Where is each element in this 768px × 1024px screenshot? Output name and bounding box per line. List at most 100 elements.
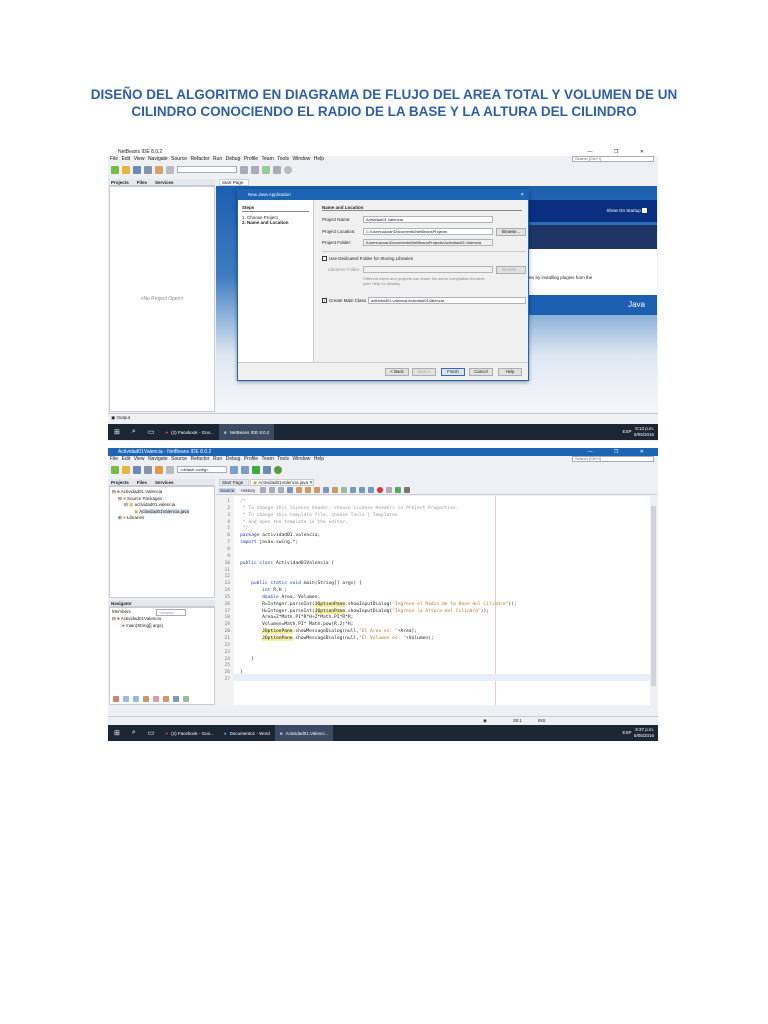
menu-debug[interactable]: Debug	[226, 156, 241, 162]
menu-view[interactable]: View	[134, 456, 145, 462]
project-name-input[interactable]: Actividad01.Valencia	[363, 216, 493, 223]
task-view-icon[interactable]: ▭	[148, 428, 155, 436]
find-prev-icon[interactable]	[296, 487, 303, 493]
create-main-class-checkbox[interactable]: ✓	[322, 298, 327, 304]
windows-start-icon[interactable]: ⊞	[114, 729, 120, 737]
search-icon[interactable]: ⌕	[132, 729, 136, 737]
clock-time[interactable]: 9:37 p.m.	[635, 727, 654, 732]
menu-team[interactable]: Team	[262, 456, 274, 462]
redo-icon[interactable]	[166, 165, 174, 174]
search-icon[interactable]: ⌕	[132, 428, 136, 436]
cancel-button[interactable]: Cancel	[469, 368, 493, 376]
search-input[interactable]: Search (Ctrl+I)	[572, 456, 654, 462]
find-selection-icon[interactable]	[314, 487, 321, 493]
dedicated-folder-option[interactable]: Use Dedicated Folder for Storing Librari…	[322, 256, 413, 262]
menu-source[interactable]: Source	[171, 456, 187, 462]
help-button[interactable]: Help	[498, 368, 522, 376]
menu-tools[interactable]: Tools	[277, 156, 289, 162]
menu-edit[interactable]: Edit	[122, 156, 131, 162]
menu-tools[interactable]: Tools	[277, 456, 289, 462]
menu-profile[interactable]: Profile	[244, 456, 258, 462]
next-bookmark-icon[interactable]	[341, 487, 348, 493]
main-class-input[interactable]: actividad01.valencia.Actividad01Valencia	[368, 297, 526, 304]
filter-icon[interactable]	[153, 696, 159, 702]
run-icon[interactable]	[262, 165, 270, 174]
taskbar-app-chrome[interactable]: ● (2) Facebook - Goo...	[160, 424, 219, 440]
editor-scrollbar[interactable]	[650, 496, 657, 705]
debug-icon[interactable]	[263, 465, 271, 474]
menu-window[interactable]: Window	[292, 156, 310, 162]
last-edit-icon[interactable]	[260, 487, 267, 493]
show-on-startup-checkbox[interactable]: ✓	[642, 208, 647, 214]
windows-start-icon[interactable]: ⊞	[114, 428, 120, 436]
browse-location-button[interactable]: Browse...	[496, 228, 526, 236]
menu-profile[interactable]: Profile	[244, 156, 258, 162]
undo-icon[interactable]	[155, 465, 163, 474]
create-main-class-option[interactable]: ✓ Create Main Class	[322, 298, 366, 304]
taskbar-app-chrome[interactable]: ● (2) Facebook - Goo...	[160, 725, 219, 741]
menu-window[interactable]: Window	[292, 456, 310, 462]
code-editor[interactable]: 1 /* 2 * To change this license header, ch…	[216, 496, 650, 705]
tab-files[interactable]: Files	[137, 479, 147, 485]
members-filter-combo[interactable]: <empty>	[156, 609, 186, 616]
comment-icon[interactable]	[395, 487, 402, 493]
filter-icon[interactable]	[163, 696, 169, 702]
forward-icon[interactable]	[278, 487, 285, 493]
menu-refactor[interactable]: Refactor	[191, 156, 210, 162]
tab-files[interactable]: Files	[137, 179, 147, 185]
clock-date[interactable]: 5/05/2016	[634, 432, 654, 437]
source-button[interactable]: Source	[218, 487, 237, 493]
menu-file[interactable]: File	[110, 156, 118, 162]
prev-bookmark-icon[interactable]	[332, 487, 339, 493]
window-controls[interactable]: — ❐ ✕	[588, 148, 654, 156]
tab-java-file[interactable]: ▣ Actividad01Valencia.java ✕	[250, 479, 314, 486]
redo-icon[interactable]	[166, 465, 174, 474]
clean-build-icon[interactable]	[251, 165, 259, 174]
back-icon[interactable]	[269, 487, 276, 493]
taskbar-app-netbeans[interactable]: ■ Actividad01.Valenci...	[274, 725, 334, 741]
uncomment-icon[interactable]	[404, 487, 411, 493]
tab-services[interactable]: Services	[155, 479, 174, 485]
task-view-icon[interactable]: ▭	[148, 729, 155, 737]
menu-debug[interactable]: Debug	[226, 456, 241, 462]
debug-icon[interactable]	[273, 165, 281, 174]
tab-services[interactable]: Services	[155, 179, 174, 185]
save-all-icon[interactable]	[144, 165, 152, 174]
build-icon[interactable]	[230, 465, 238, 474]
finish-button[interactable]: Finish	[441, 368, 465, 376]
new-file-icon[interactable]	[111, 165, 119, 174]
menu-edit[interactable]: Edit	[122, 456, 131, 462]
menu-view[interactable]: View	[134, 156, 145, 162]
filter-icon[interactable]	[173, 696, 179, 702]
clock-date[interactable]: 5/05/2016	[634, 733, 654, 738]
tab-start-page[interactable]: Start Page ✕	[219, 179, 249, 191]
tab-start-page[interactable]: Start Page ✕	[219, 479, 249, 491]
language-indicator[interactable]: ESP	[622, 429, 631, 434]
find-icon[interactable]	[287, 487, 294, 493]
new-project-icon[interactable]	[122, 165, 130, 174]
tab-projects[interactable]: Projects	[111, 179, 129, 185]
new-project-icon[interactable]	[122, 465, 130, 474]
shift-left-icon[interactable]	[359, 487, 366, 493]
menu-run[interactable]: Run	[213, 456, 222, 462]
menu-refactor[interactable]: Refactor	[191, 456, 210, 462]
toggle-bookmark-icon[interactable]	[350, 487, 357, 493]
language-indicator[interactable]: ESP	[622, 730, 631, 735]
tab-navigator[interactable]: Navigator	[111, 600, 132, 606]
menu-help[interactable]: Help	[314, 156, 324, 162]
scrollbar-thumb[interactable]	[651, 506, 656, 686]
notifications-icon[interactable]: ◉	[483, 717, 487, 724]
taskbar-app-word[interactable]: ■ Documento1 - Word	[219, 725, 275, 741]
menu-navigate[interactable]: Navigate	[148, 156, 168, 162]
window-controls[interactable]: — ❐ ✕	[588, 448, 654, 456]
shift-right-icon[interactable]	[368, 487, 375, 493]
menu-navigate[interactable]: Navigate	[148, 456, 168, 462]
config-combo[interactable]: <default config>	[177, 466, 227, 473]
config-combo[interactable]	[177, 166, 237, 173]
filter-icon[interactable]	[123, 696, 129, 702]
toggle-highlight-icon[interactable]	[323, 487, 330, 493]
tree-libraries[interactable]: ⊞ ■ Libraries	[112, 515, 212, 522]
stop-macro-icon[interactable]	[386, 487, 393, 493]
new-file-icon[interactable]	[111, 465, 119, 474]
menu-help[interactable]: Help	[314, 456, 324, 462]
